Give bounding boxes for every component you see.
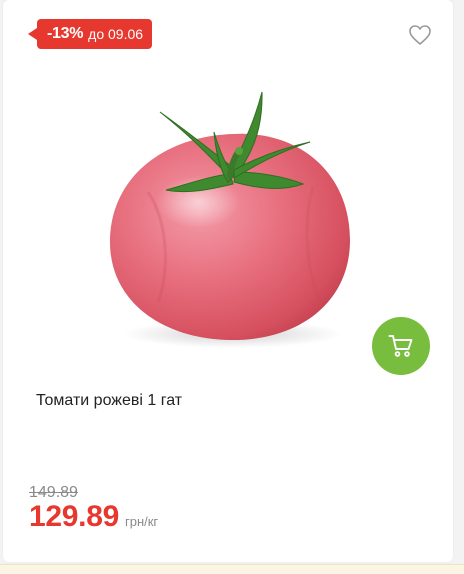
product-card[interactable]: -13% до 09.06 Томати рожеві 1 гат 149.89… bbox=[3, 0, 453, 562]
price-unit: грн/кг bbox=[124, 514, 159, 529]
current-price: 129.89 bbox=[29, 500, 119, 533]
discount-until-date: до 09.06 bbox=[88, 26, 144, 42]
next-card-edge bbox=[0, 564, 464, 574]
discount-badge: -13% до 09.06 bbox=[37, 19, 153, 49]
shopping-cart-icon bbox=[388, 335, 413, 357]
discount-badge-notch bbox=[28, 28, 37, 40]
product-image-tomato[interactable] bbox=[88, 72, 378, 362]
discount-percent: -13% bbox=[47, 25, 84, 42]
add-to-cart-button[interactable] bbox=[372, 317, 430, 375]
product-title[interactable]: Томати рожеві 1 гат bbox=[36, 392, 182, 410]
price-row: 129.89 грн/кг bbox=[29, 500, 158, 534]
heart-outline-icon[interactable] bbox=[408, 24, 432, 46]
